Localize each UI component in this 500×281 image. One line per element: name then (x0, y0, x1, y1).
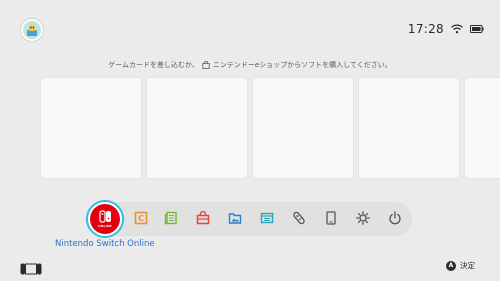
message-part-2: ニンテンドーeショップからソフトを購入してください。 (212, 61, 392, 69)
news-channel-icon (164, 211, 177, 225)
game-card-row (41, 78, 500, 178)
system-settings-button[interactable] (350, 205, 376, 231)
battery-icon (470, 25, 484, 33)
svg-text:C: C (138, 214, 144, 223)
album-icon (228, 213, 242, 224)
eshop-icon (196, 211, 210, 225)
clock: 17:28 (407, 22, 444, 36)
console-mode-indicator (20, 260, 42, 279)
user-avatar[interactable] (20, 18, 44, 42)
a-button-icon: A (446, 260, 456, 271)
sleep-mode-icon (326, 211, 336, 225)
joycon-icon (293, 211, 305, 225)
eshop-button[interactable] (190, 205, 216, 231)
insert-card-message: ゲームカードを差し込むか、 ニンテンドーeショップからソフトを購入してください。 (0, 60, 500, 70)
controllers-icon (260, 212, 274, 224)
album-button[interactable] (222, 205, 248, 231)
sleep-mode-button[interactable] (318, 205, 344, 231)
system-settings-icon (356, 211, 370, 225)
news-channel-button[interactable] (158, 205, 184, 231)
selected-item-label: Nintendo Switch Online (55, 239, 155, 249)
empty-game-slot-2[interactable] (147, 78, 247, 178)
user-avatar-icon (23, 21, 41, 39)
news-icon: C (134, 211, 148, 225)
eshop-bag-icon (202, 61, 210, 69)
online-caption: ONLINE (98, 224, 112, 228)
empty-game-slot-3[interactable] (253, 78, 353, 178)
controllers-button[interactable] (254, 205, 280, 231)
confirm-label: 決定 (460, 261, 475, 270)
wifi-icon (451, 24, 463, 34)
power-icon (389, 211, 401, 225)
confirm-hint: A 決定 (446, 260, 475, 271)
empty-game-slot-1[interactable] (41, 78, 141, 178)
joycon-button[interactable] (286, 205, 312, 231)
power-button[interactable] (382, 205, 408, 231)
empty-game-slot-4[interactable] (359, 78, 459, 178)
nintendo-switch-online-icon (98, 210, 111, 223)
news-button[interactable]: C (128, 205, 154, 231)
nintendo-switch-online-button[interactable]: ONLINE (90, 204, 120, 234)
empty-game-slot-5[interactable] (465, 78, 500, 178)
status-area: 17:28 (408, 22, 484, 36)
message-part-1: ゲームカードを差し込むか、 (108, 61, 199, 69)
console-handheld-icon (20, 263, 42, 275)
